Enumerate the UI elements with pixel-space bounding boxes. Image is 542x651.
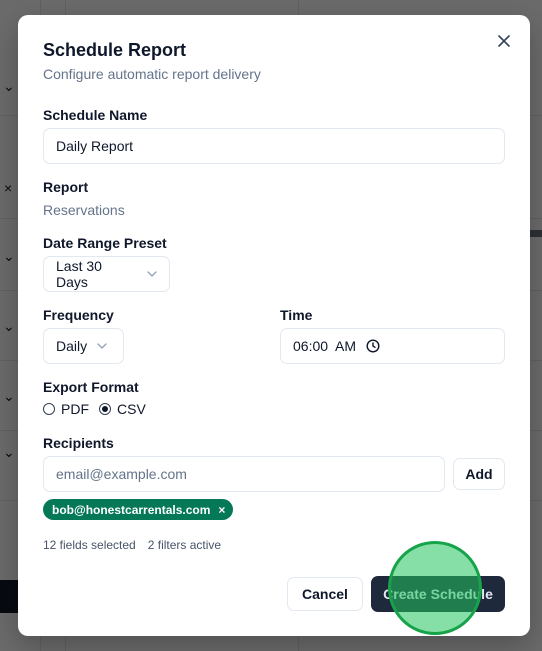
recipient-email-input[interactable] [43, 456, 445, 492]
time-label: Time [280, 307, 313, 323]
schedule-name-input[interactable]: Daily Report [43, 128, 505, 164]
selection-stats: 12 fields selected 2 filters active [43, 538, 221, 552]
recipient-chip: bob@honestcarrentals.com × [43, 499, 234, 520]
frequency-select[interactable]: Daily [43, 328, 124, 364]
add-recipient-button[interactable]: Add [453, 458, 505, 490]
schedule-name-label: Schedule Name [43, 107, 148, 123]
report-label: Report [43, 179, 89, 195]
radio-csv-label[interactable]: CSV [117, 401, 146, 417]
chevron-down-icon [97, 343, 107, 349]
x-icon [498, 35, 510, 47]
frequency-label: Frequency [43, 307, 114, 323]
filters-active-text: 2 filters active [147, 538, 222, 552]
export-format-group: PDF CSV [43, 401, 156, 417]
chevron-down-icon [147, 271, 157, 277]
create-schedule-button[interactable]: Create Schedule [371, 576, 505, 612]
dialog-title: Schedule Report [43, 40, 187, 60]
radio-pdf-label[interactable]: PDF [61, 401, 89, 417]
dialog-description: Configure automatic report delivery [43, 66, 261, 82]
cancel-button[interactable]: Cancel [287, 577, 363, 611]
report-value: Reservations [43, 202, 125, 218]
date-range-value: Last 30 Days [56, 258, 102, 290]
clock-icon[interactable] [366, 339, 380, 353]
recipients-label: Recipients [43, 435, 114, 451]
date-range-label: Date Range Preset [43, 235, 167, 251]
recipient-chip-email: bob@honestcarrentals.com [52, 502, 211, 517]
time-input[interactable]: 06:00 AM [280, 328, 505, 364]
close-button[interactable] [494, 31, 514, 51]
export-format-label: Export Format [43, 379, 139, 395]
fields-selected-text: 12 fields selected [43, 538, 136, 552]
radio-csv[interactable] [99, 403, 111, 415]
date-range-select[interactable]: Last 30 Days [43, 256, 170, 292]
frequency-value: Daily [56, 338, 88, 354]
remove-recipient-icon[interactable]: × [218, 504, 225, 516]
schedule-report-dialog: Schedule Report Configure automatic repo… [18, 15, 530, 636]
radio-pdf[interactable] [43, 403, 55, 415]
time-value: 06:00 AM [293, 338, 357, 354]
